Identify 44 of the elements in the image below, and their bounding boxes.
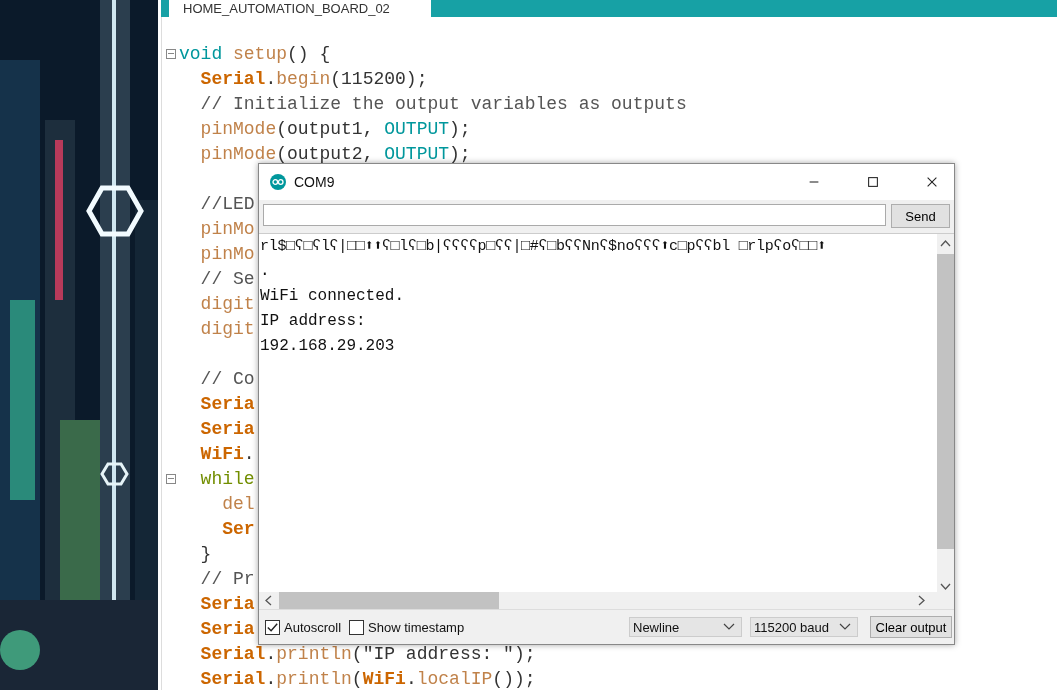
code-line: // Se [199, 268, 255, 289]
fold-toggle-icon[interactable] [165, 473, 176, 484]
output-line: WiFi connected. [260, 286, 406, 307]
line-ending-dropdown[interactable]: Newline [629, 617, 742, 637]
editor-tab[interactable]: HOME_AUTOMATION_BOARD_02 [169, 0, 431, 17]
code-line: Serial.begin(115200); [199, 68, 428, 89]
code-line: pinMo [199, 243, 255, 264]
code-line: //LED [199, 193, 255, 214]
code-line: pinMo [199, 218, 255, 239]
code-line: Seria [199, 393, 255, 414]
output-line: . [260, 261, 271, 282]
code-line: Serial.println("IP address: "); [199, 643, 536, 664]
code-line: void setup() { [179, 43, 331, 64]
code-line: // Initialize the output variables as outputs [199, 93, 687, 114]
autoscroll-checkbox[interactable]: Autoscroll [265, 619, 342, 635]
send-button[interactable]: Send [891, 204, 950, 228]
code-line: pinMode(output2, OUTPUT); [199, 143, 471, 164]
code-line: digit [199, 318, 255, 339]
code-line: pinMode(output1, OUTPUT); [199, 118, 471, 139]
code-line: digit [199, 293, 255, 314]
baud-rate-dropdown[interactable]: 115200 baud [750, 617, 858, 637]
message-input-field[interactable] [263, 204, 886, 226]
code-line: del [221, 493, 255, 514]
code-line: Seria [199, 593, 255, 614]
code-line: WiFi. [199, 443, 255, 464]
code-line: // Co [199, 368, 255, 389]
chevron-down-icon [723, 623, 735, 631]
code-line: Seria [199, 418, 255, 439]
timestamp-checkbox[interactable]: Show timestamp [349, 619, 465, 635]
code-line: while [199, 468, 255, 489]
clear-output-button[interactable]: Clear output [870, 616, 952, 638]
vertical-scrollbar[interactable] [937, 234, 954, 592]
window-title: COM9 [294, 174, 336, 190]
code-line: Seria [199, 618, 255, 639]
output-line: rl$□ʕ□ʕlʕ|□□⬆⬆ʕ□lʕ□b|ʕʕʕʕp□ʕʕ|□#ʕ□bʕʕNnʕ$noʕʕʕ⬆c□pʕʕbl □rlpʕoʕ□□⬆ [260, 237, 827, 257]
code-line: Serial.println(WiFi.localIP()); [199, 668, 536, 689]
output-line: IP address: [260, 311, 367, 332]
code-line: } [199, 543, 212, 564]
code-line: Ser [221, 518, 255, 539]
output-line: 192.168.29.203 [260, 336, 396, 357]
code-line: // Pr [199, 568, 255, 589]
infinity-logo-icon [270, 174, 286, 190]
fold-toggle-icon[interactable] [165, 48, 176, 59]
chevron-down-icon [839, 623, 851, 631]
